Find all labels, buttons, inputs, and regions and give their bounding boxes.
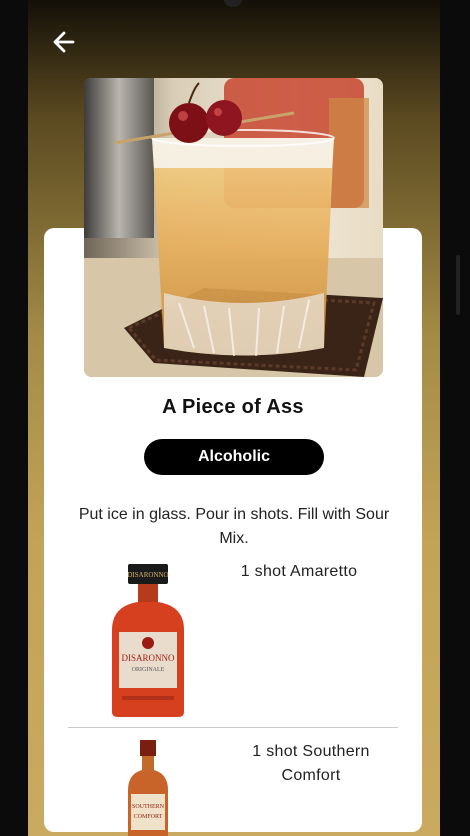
device-frame: A Piece of Ass Alcoholic Put ice in glas… bbox=[0, 0, 470, 836]
bottle-sublabel: COMFORT bbox=[134, 814, 163, 820]
amaretto-bottle-image: DISARONNO DISARONNO ORIGINALE bbox=[112, 564, 184, 717]
category-badge[interactable]: Alcoholic bbox=[144, 439, 324, 475]
bottle-label: DISARONNO bbox=[121, 653, 175, 663]
ingredient-divider bbox=[68, 727, 398, 728]
app-screen: A Piece of Ass Alcoholic Put ice in glas… bbox=[28, 0, 440, 836]
bottle-cap-label: DISARONNO bbox=[127, 571, 168, 579]
arrow-left-icon bbox=[53, 31, 75, 53]
device-bezel-left bbox=[0, 0, 28, 836]
bottle-sublabel: ORIGINALE bbox=[132, 667, 165, 673]
drink-name: A Piece of Ass bbox=[162, 396, 304, 418]
drink-image bbox=[84, 78, 383, 377]
back-button[interactable] bbox=[46, 24, 82, 60]
bottle-label: SOUTHERN bbox=[132, 804, 165, 810]
front-camera bbox=[224, 0, 242, 7]
device-bezel-right bbox=[440, 0, 470, 836]
ingredient-measure: 1 shot Amaretto bbox=[240, 563, 358, 580]
drink-instructions: Put ice in glass. Pour in shots. Fill wi… bbox=[78, 506, 390, 547]
ingredient-measure: 1 shot Southern Comfort bbox=[252, 743, 370, 784]
southern-comfort-bottle-image: SOUTHERN COMFORT bbox=[128, 740, 168, 836]
